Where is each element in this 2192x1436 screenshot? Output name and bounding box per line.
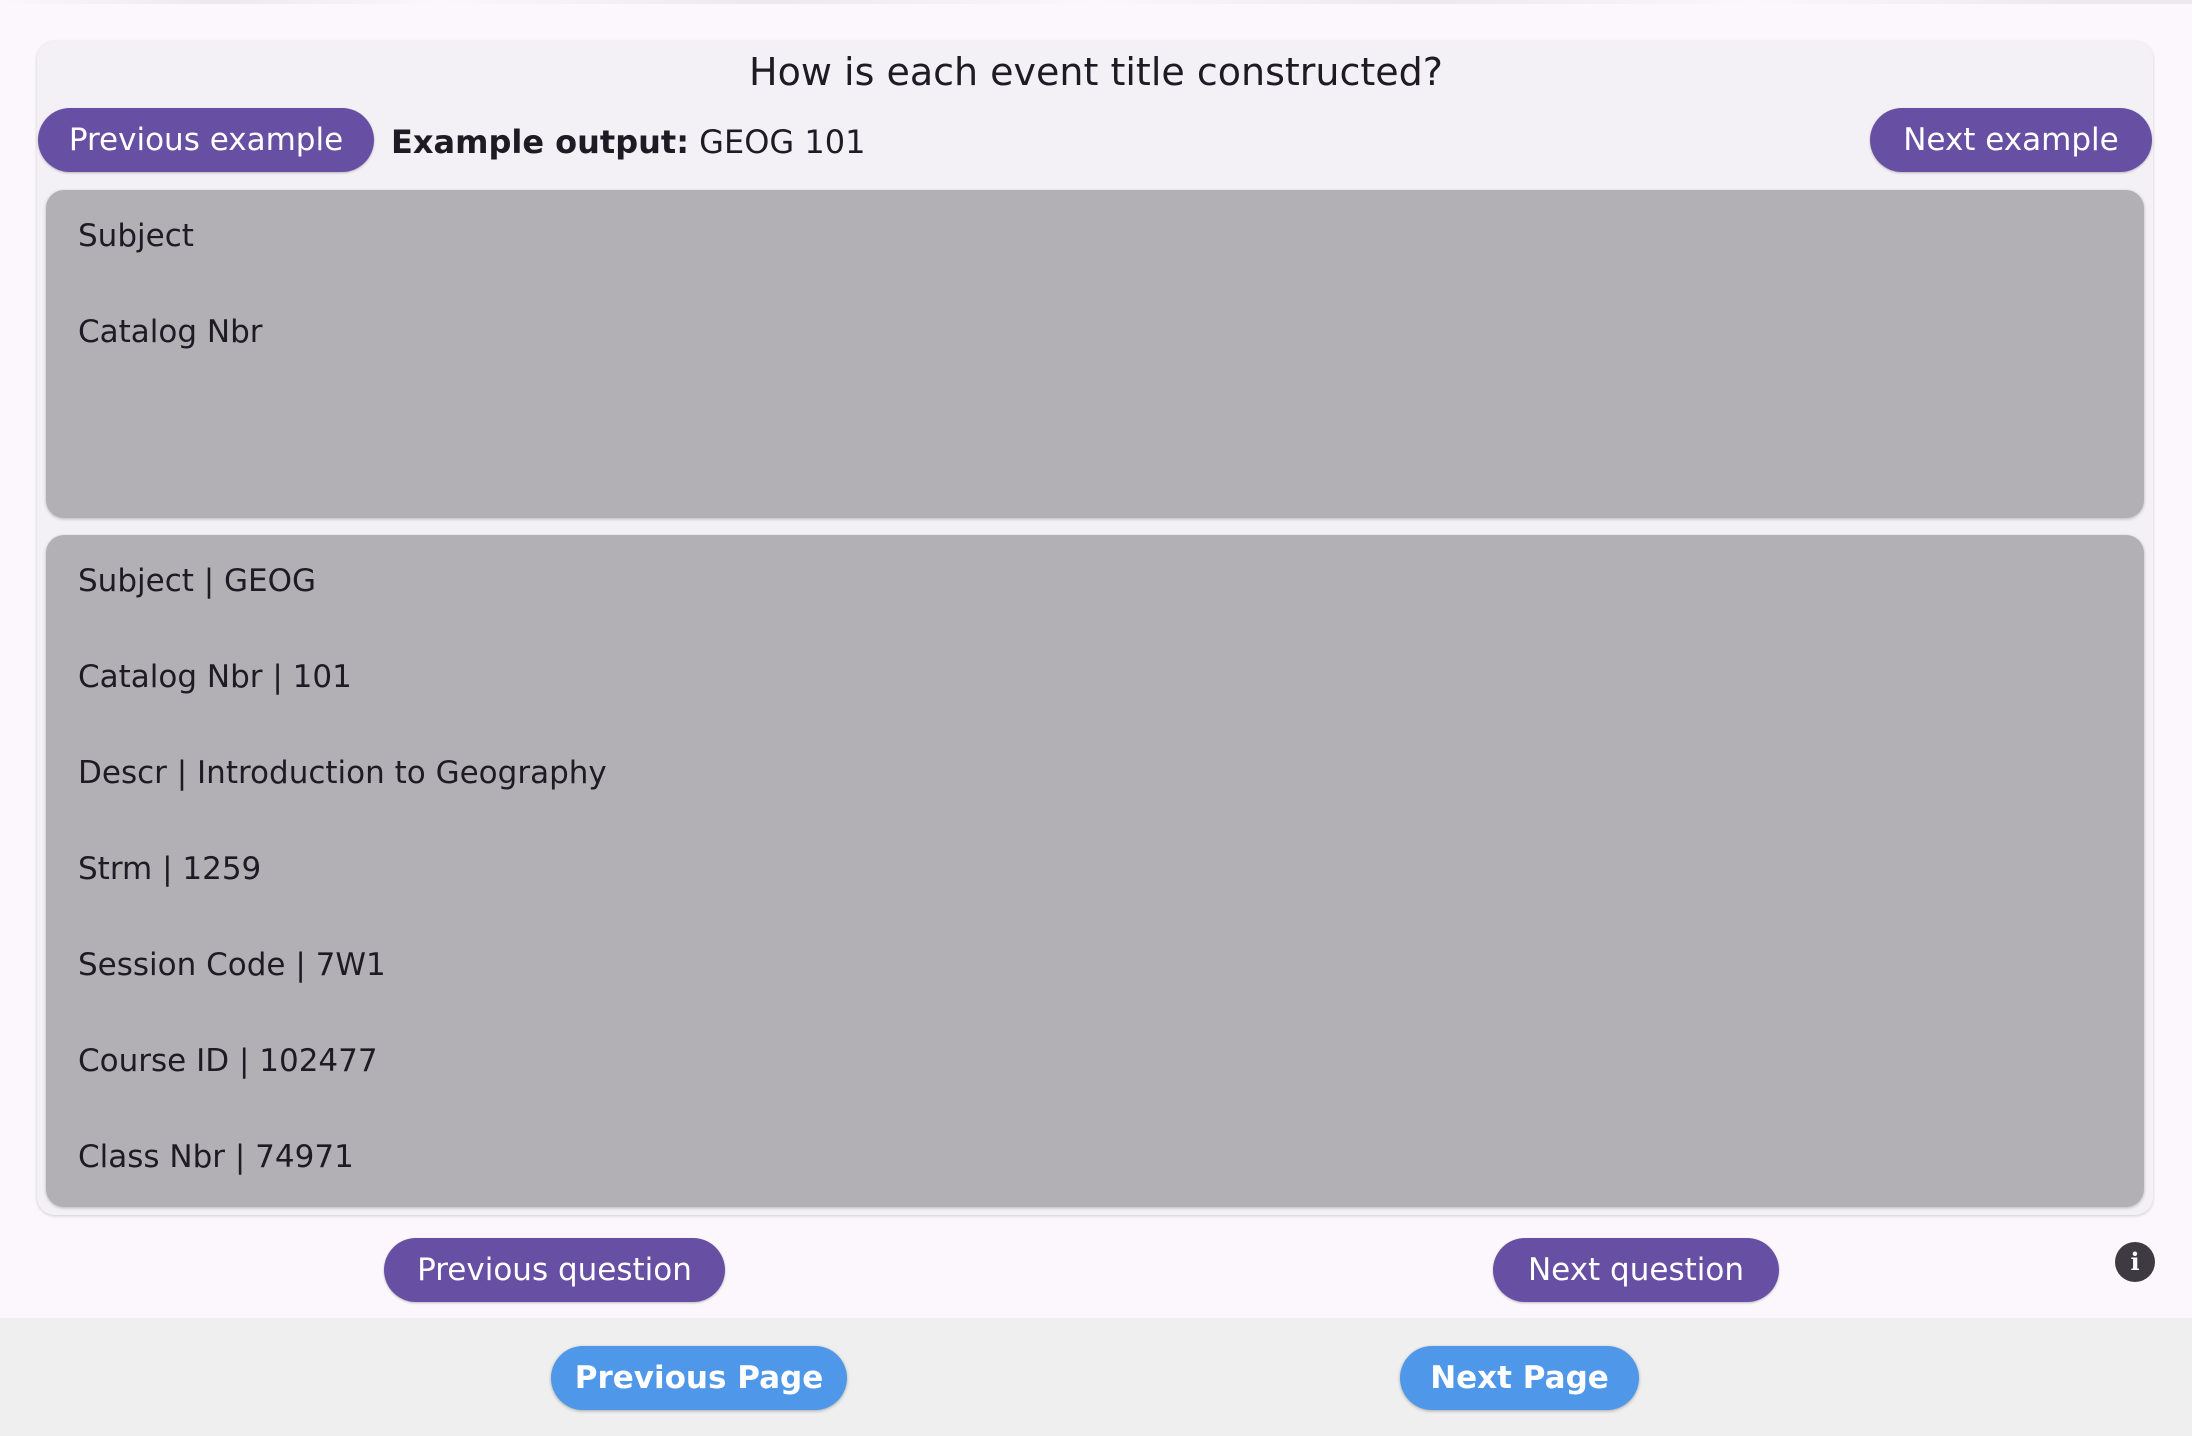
field-item-session-code[interactable]: Session Code | 7W1 xyxy=(78,943,386,987)
selected-fields-panel[interactable]: Subject Catalog Nbr xyxy=(46,190,2144,518)
previous-question-button[interactable]: Previous question xyxy=(384,1238,725,1302)
question-title: How is each event title constructed? xyxy=(749,50,1443,94)
page-footer: Previous Page Next Page xyxy=(0,1318,2192,1436)
next-question-button[interactable]: Next question xyxy=(1493,1238,1779,1302)
next-page-button[interactable]: Next Page xyxy=(1400,1346,1639,1410)
example-output-value: GEOG 101 xyxy=(699,123,866,161)
selected-field-catalog-nbr[interactable]: Catalog Nbr xyxy=(78,310,263,354)
field-item-descr[interactable]: Descr | Introduction to Geography xyxy=(78,751,607,795)
field-item-strm[interactable]: Strm | 1259 xyxy=(78,847,261,891)
example-output: Example output: GEOG 101 xyxy=(391,116,865,168)
previous-example-button[interactable]: Previous example xyxy=(38,108,374,172)
field-item-subject[interactable]: Subject | GEOG xyxy=(78,559,316,603)
field-item-catalog-nbr[interactable]: Catalog Nbr | 101 xyxy=(78,655,352,699)
example-output-label: Example output: xyxy=(391,123,689,161)
available-fields-panel[interactable]: Subject | GEOG Catalog Nbr | 101 Descr |… xyxy=(46,535,2144,1207)
previous-page-button[interactable]: Previous Page xyxy=(551,1346,847,1410)
field-item-class-nbr[interactable]: Class Nbr | 74971 xyxy=(78,1135,354,1179)
selected-field-subject[interactable]: Subject xyxy=(78,214,194,258)
info-icon[interactable]: i xyxy=(2115,1242,2155,1282)
top-divider xyxy=(0,0,2192,4)
next-example-button[interactable]: Next example xyxy=(1870,108,2152,172)
field-item-course-id[interactable]: Course ID | 102477 xyxy=(78,1039,378,1083)
